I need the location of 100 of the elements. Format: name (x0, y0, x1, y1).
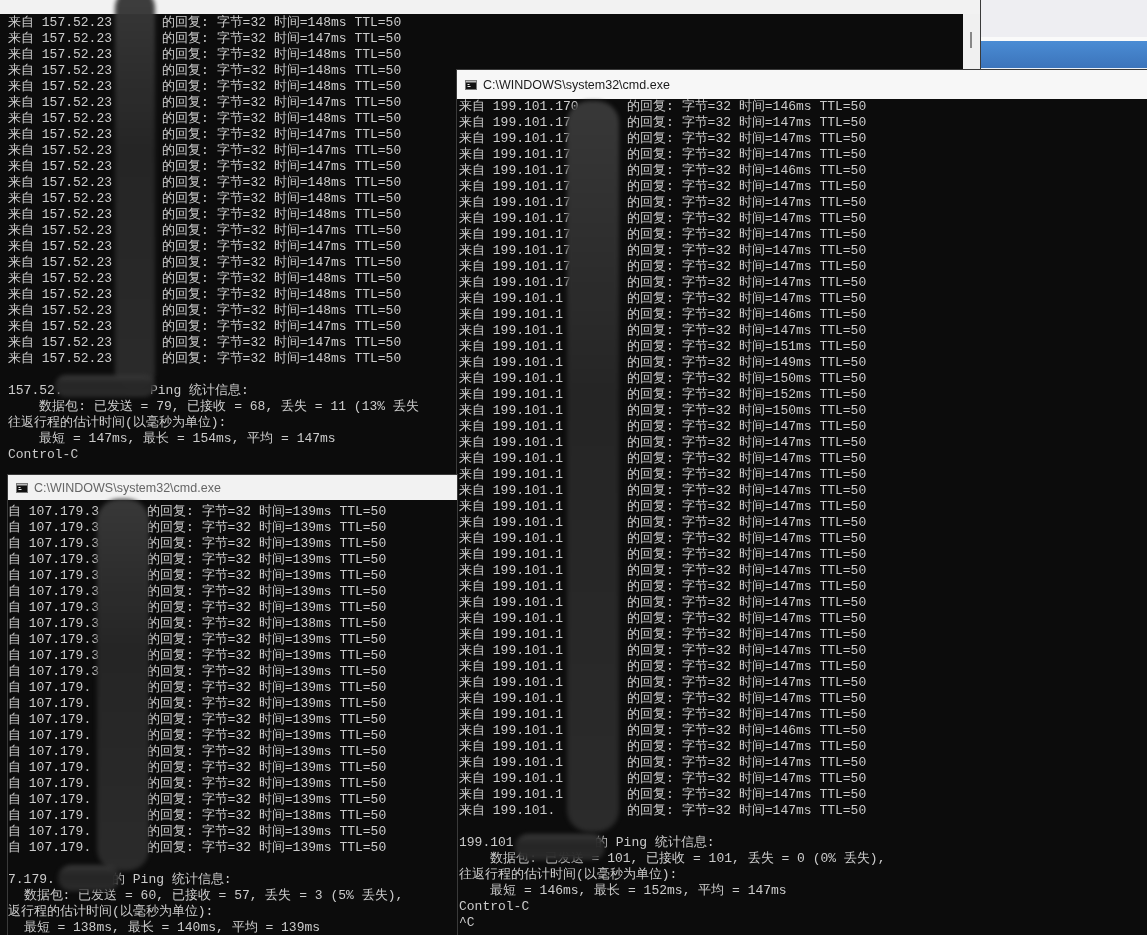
reply-text: 的回复: 字节=32 时间=147ms TTL=50 (627, 611, 867, 627)
source-text: 来自 157.52.23 (8, 63, 112, 79)
source-text: 来自 199.101.1 (459, 371, 563, 387)
source-text: 来自 199.101.1 (459, 291, 563, 307)
source-text: 来自 199.101. (459, 803, 556, 819)
reply-text: 的回复: 字节=32 时间=139ms TTL=50 (147, 824, 387, 840)
reply-text: 的回复: 字节=32 时间=147ms TTL=50 (162, 335, 402, 351)
source-text: 来自 199.101.1 (459, 723, 563, 739)
stats-line: ^C (459, 915, 475, 931)
source-text: 来自 199.101.1 (459, 595, 563, 611)
reply-text: 的回复: 字节=32 时间=150ms TTL=50 (627, 371, 867, 387)
source-text: 来自 157.52.23 (8, 239, 112, 255)
source-text: 来自 199.101.17 (459, 259, 571, 275)
source-text: 自 107.179.3 (8, 616, 99, 632)
reply-text: 的回复: 字节=32 时间=147ms TTL=50 (627, 243, 867, 259)
reply-text: 的回复: 字节=32 时间=138ms TTL=50 (147, 616, 387, 632)
source-text: 来自 199.101.1 (459, 435, 563, 451)
source-text: 自 107.179. (8, 776, 92, 792)
stats-heading: 的 Ping 统计信息: (595, 835, 715, 851)
source-text: 来自 199.101.17 (459, 211, 571, 227)
reply-text: 的回复: 字节=32 时间=146ms TTL=50 (627, 163, 867, 179)
reply-text: 的回复: 字节=32 时间=147ms TTL=50 (162, 95, 402, 111)
reply-text: 的回复: 字节=32 时间=147ms TTL=50 (627, 755, 867, 771)
reply-text: 的回复: 字节=32 时间=147ms TTL=50 (627, 467, 867, 483)
source-text: 来自 199.101.1 (459, 771, 563, 787)
reply-text: 的回复: 字节=32 时间=147ms TTL=50 (627, 787, 867, 803)
reply-text: 的回复: 字节=32 时间=147ms TTL=50 (627, 643, 867, 659)
reply-text: 的回复: 字节=32 时间=147ms TTL=50 (627, 691, 867, 707)
reply-text: 的回复: 字节=32 时间=147ms TTL=50 (627, 259, 867, 275)
source-text: 自 107.179.3 (8, 552, 99, 568)
source-text: 来自 157.52.23 (8, 223, 112, 239)
source-text: 自 107.179. (8, 760, 92, 776)
reply-text: 的回复: 字节=32 时间=147ms TTL=50 (627, 131, 867, 147)
reply-text: 的回复: 字节=32 时间=139ms TTL=50 (147, 712, 387, 728)
terminal-icon (465, 79, 477, 90)
source-text: 来自 199.101.1 (459, 547, 563, 563)
source-text: 来自 199.101.17 (459, 275, 571, 291)
source-text: 来自 199.101.1 (459, 755, 563, 771)
source-text: 来自 199.101.1 (459, 691, 563, 707)
source-text: 来自 199.101.1 (459, 339, 563, 355)
source-text: 来自 199.101.1 (459, 499, 563, 515)
source-text: 来自 199.101.1 (459, 611, 563, 627)
reply-text: 的回复: 字节=32 时间=147ms TTL=50 (627, 291, 867, 307)
source-text: 来自 157.52.23 (8, 207, 112, 223)
reply-text: 的回复: 字节=32 时间=148ms TTL=50 (162, 351, 402, 367)
source-text: 7.179. (8, 872, 55, 888)
source-text: 来自 157.52.23 (8, 335, 112, 351)
reply-text: 的回复: 字节=32 时间=147ms TTL=50 (627, 771, 867, 787)
reply-text: 的回复: 字节=32 时间=147ms TTL=50 (162, 159, 402, 175)
reply-text: 的回复: 字节=32 时间=147ms TTL=50 (627, 707, 867, 723)
reply-text: 的回复: 字节=32 时间=151ms TTL=50 (627, 339, 867, 355)
window-title: C:\WINDOWS\system32\cmd.exe (483, 77, 670, 92)
reply-text: 的回复: 字节=32 时间=149ms TTL=50 (627, 355, 867, 371)
reply-text: 的回复: 字节=32 时间=148ms TTL=50 (162, 207, 402, 223)
reply-text: 的回复: 字节=32 时间=147ms TTL=50 (627, 115, 867, 131)
source-text: 自 107.179. (8, 696, 92, 712)
reply-text: 的回复: 字节=32 时间=147ms TTL=50 (627, 499, 867, 515)
reply-text: 的回复: 字节=32 时间=147ms TTL=50 (162, 239, 402, 255)
source-text: 来自 199.101.1 (459, 563, 563, 579)
source-text: 来自 157.52.23 (8, 191, 112, 207)
scrollbar[interactable] (963, 14, 980, 70)
reply-text: 的回复: 字节=32 时间=139ms TTL=50 (147, 760, 387, 776)
reply-text: 的回复: 字节=32 时间=147ms TTL=50 (627, 515, 867, 531)
reply-text: 的回复: 字节=32 时间=147ms TTL=50 (627, 323, 867, 339)
reply-text: 的回复: 字节=32 时间=147ms TTL=50 (627, 435, 867, 451)
source-text: 来自 199.101.1 (459, 579, 563, 595)
reply-text: 的回复: 字节=32 时间=148ms TTL=50 (162, 111, 402, 127)
source-text: 自 107.179.3 (8, 584, 99, 600)
source-text: 自 107.179.3 (8, 600, 99, 616)
source-text: 来自 157.52.23 (8, 319, 112, 335)
source-text: 来自 199.101.17 (459, 115, 571, 131)
terminal-icon (16, 482, 28, 493)
source-text: 来自 199.101.1 (459, 483, 563, 499)
reply-text: 的回复: 字节=32 时间=147ms TTL=50 (627, 531, 867, 547)
reply-text: 的回复: 字节=32 时间=147ms TTL=50 (627, 195, 867, 211)
reply-text: 的回复: 字节=32 时间=146ms TTL=50 (627, 307, 867, 323)
source-text: 来自 157.52.23 (8, 47, 112, 63)
source-text: 来自 157.52.23 (8, 271, 112, 287)
source-text: 来自 157.52.23 (8, 287, 112, 303)
reply-text: 的回复: 字节=32 时间=147ms TTL=50 (627, 147, 867, 163)
stats-line: 最短 = 147ms, 最长 = 154ms, 平均 = 147ms (38, 431, 336, 447)
reply-text: 的回复: 字节=32 时间=139ms TTL=50 (147, 536, 387, 552)
reply-text: 的回复: 字节=32 时间=139ms TTL=50 (147, 792, 387, 808)
stats-line: 最短 = 146ms, 最长 = 152ms, 平均 = 147ms (489, 883, 787, 899)
reply-text: 的回复: 字节=32 时间=152ms TTL=50 (627, 387, 867, 403)
reply-text: 的回复: 字节=32 时间=148ms TTL=50 (162, 271, 402, 287)
reply-text: 的回复: 字节=32 时间=139ms TTL=50 (147, 776, 387, 792)
reply-text: 的回复: 字节=32 时间=139ms TTL=50 (147, 504, 387, 520)
reply-text: 的回复: 字节=32 时间=147ms TTL=50 (627, 595, 867, 611)
reply-text: 的回复: 字节=32 时间=139ms TTL=50 (147, 840, 387, 856)
reply-text: 的回复: 字节=32 时间=148ms TTL=50 (162, 175, 402, 191)
stats-line: Control-C (8, 447, 79, 463)
stats-line: 往返行程的估计时间(以毫秒为单位): (8, 415, 227, 431)
source-text: 自 107.179.3 (8, 520, 99, 536)
source-text: 来自 199.101.1 (459, 307, 563, 323)
reply-text: 的回复: 字节=32 时间=147ms TTL=50 (627, 563, 867, 579)
stats-heading: Ping 统计信息: (150, 383, 249, 399)
source-text: 自 107.179.3 (8, 648, 99, 664)
source-text: 来自 157.52.23 (8, 31, 112, 47)
source-text: 157.52. (8, 383, 63, 399)
